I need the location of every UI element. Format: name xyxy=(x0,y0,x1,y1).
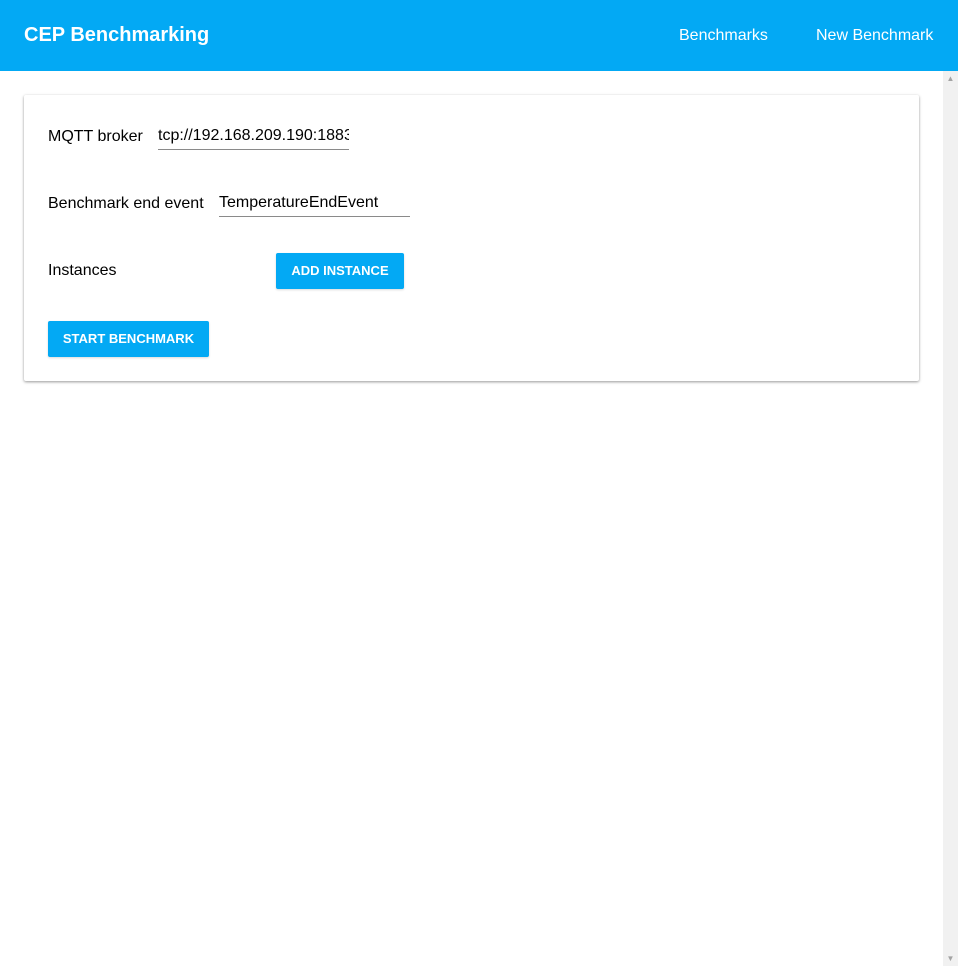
mqtt-broker-input[interactable] xyxy=(158,123,349,150)
vertical-scrollbar[interactable]: ▲ ▼ xyxy=(943,71,958,966)
benchmark-end-event-input[interactable] xyxy=(219,190,410,217)
scroll-up-arrow-icon[interactable]: ▲ xyxy=(943,71,958,86)
instances-label: Instances xyxy=(48,262,117,279)
app-bar: CEP Benchmarking Benchmarks New Benchmar… xyxy=(0,0,958,71)
app-title: CEP Benchmarking xyxy=(24,24,210,46)
nav-link-new-benchmark[interactable]: New Benchmark xyxy=(816,26,933,46)
benchmark-end-event-label: Benchmark end event xyxy=(48,195,204,212)
nav-link-benchmarks[interactable]: Benchmarks xyxy=(679,26,768,46)
benchmark-form-card: MQTT broker Benchmark end event Instance… xyxy=(24,95,919,381)
mqtt-broker-label: MQTT broker xyxy=(48,128,143,145)
start-benchmark-button[interactable]: START BENCHMARK xyxy=(48,321,209,357)
scroll-down-arrow-icon[interactable]: ▼ xyxy=(943,951,958,966)
add-instance-button[interactable]: ADD INSTANCE xyxy=(276,253,404,289)
